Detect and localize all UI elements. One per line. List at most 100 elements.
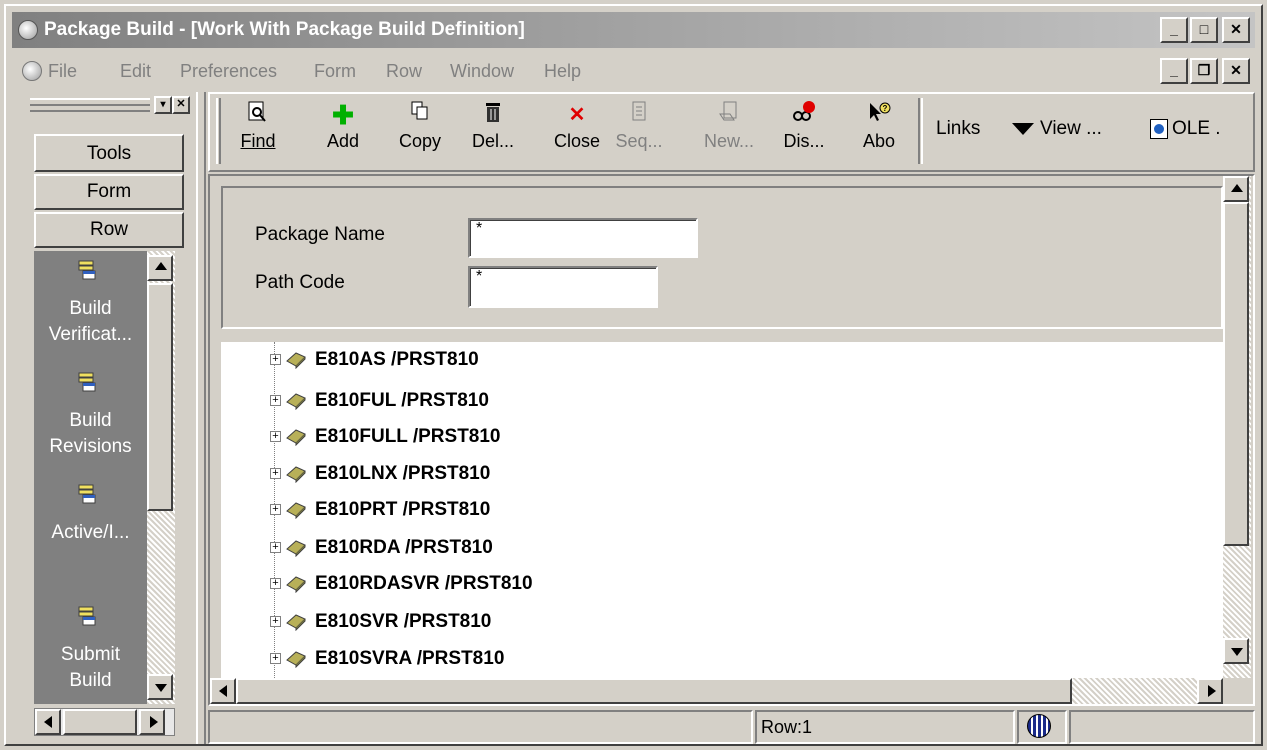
sequence-label: Seq... [615,131,663,151]
scroll-down-button[interactable] [1223,638,1249,664]
toolbar-grip [216,98,221,164]
panel-splitter[interactable] [196,92,206,744]
mdi-minimize-button[interactable]: _ [1160,58,1188,84]
row-button[interactable]: Row [34,212,184,248]
scroll-right-button[interactable] [139,709,165,735]
title-bar[interactable]: Package Build - [Work With Package Build… [12,12,1255,48]
copy-button[interactable]: Copy [396,100,444,152]
about-label: Abo [862,131,896,151]
panel-scroll-button[interactable]: ▾ [154,96,172,114]
package-name-input[interactable]: * [468,218,698,258]
menu-window[interactable]: Window [450,52,514,90]
scroll-thumb[interactable] [147,283,173,511]
close-label: Close [553,131,601,151]
exit-form-icon [78,606,96,626]
menu-bar: File Edit Preferences Form Row Window He… [12,52,1255,90]
add-button[interactable]: ✚ Add [322,100,364,152]
status-row: Row:1 [755,710,1015,744]
tree-item[interactable]: + E810AS /PRST810 [270,342,479,378]
about-icon: ? [858,100,900,130]
add-label: Add [326,131,360,151]
left-arrow-icon [44,716,52,728]
expand-icon: + [270,578,281,590]
links-label: Links [936,118,981,139]
scroll-right-button[interactable] [1197,678,1223,704]
submit-build-exit[interactable]: Submit Build [34,599,147,699]
scroll-up-button[interactable] [1223,176,1249,202]
tools-button[interactable]: Tools [34,134,184,172]
content-vscrollbar[interactable] [1223,176,1251,678]
connection-icon [1027,714,1051,738]
tree-item[interactable]: + E810SVR /PRST810 [270,604,491,640]
exit-form-icon [78,484,96,504]
delete-button[interactable]: Del... [472,100,514,152]
hscroll-thumb[interactable] [236,678,1072,704]
close-window-button[interactable]: ✕ [1222,17,1250,43]
ole-label: OLE . [1172,118,1221,139]
menu-edit[interactable]: Edit [120,52,151,90]
exit-label: Build [69,298,112,319]
find-button[interactable]: Find [240,100,276,152]
content-hscrollbar[interactable] [210,678,1223,704]
hscroll-thumb[interactable] [63,709,137,735]
menu-file[interactable]: File [48,52,77,90]
build-revisions-exit[interactable]: Build Revisions [34,369,147,459]
build-verification-exit[interactable]: Build Verificat... [34,257,147,347]
mdi-restore-button[interactable]: ❐ [1190,58,1218,84]
sequence-icon [612,100,666,130]
sequence-button[interactable]: Seq... [612,100,666,152]
about-button[interactable]: ? Abo [858,100,900,152]
display-icon [780,100,828,130]
form-button[interactable]: Form [34,174,184,210]
tree-item[interactable]: + E810LNX /PRST810 [270,456,490,492]
display-button[interactable]: Dis... [780,100,828,152]
menu-row[interactable]: Row [386,52,422,90]
toolbar-separator [918,98,923,164]
tree-item-label: E810LNX /PRST810 [315,463,491,484]
expand-icon: + [270,468,281,480]
up-arrow-icon [155,262,167,270]
row-indicator: Row:1 [761,717,813,737]
tree-item[interactable]: + E810RDA /PRST810 [270,530,493,566]
path-code-input[interactable]: * [468,266,658,308]
active-inactive-exit[interactable]: Active/I... [34,481,147,551]
exits-hscrollbar[interactable] [34,708,175,736]
expand-icon: + [270,431,281,443]
right-arrow-icon [150,716,158,728]
query-form-pane: Package Name * Path Code * [221,186,1223,329]
new-icon [702,100,756,130]
new-button[interactable]: New... [702,100,756,152]
package-icon [286,576,306,593]
panel-close-button[interactable]: ✕ [172,96,190,114]
scroll-down-button[interactable] [147,674,173,700]
scroll-left-button[interactable] [35,709,61,735]
package-icon [286,429,306,446]
exit-form-icon [78,372,96,392]
exits-scrollbar[interactable] [147,251,175,704]
menu-preferences[interactable]: Preferences [180,52,277,90]
close-button[interactable]: ✕ Close [546,100,608,152]
expand-icon: + [270,354,281,366]
menu-form[interactable]: Form [314,52,356,90]
expand-icon: + [270,653,281,665]
tree-item[interactable]: + E810FULL /PRST810 [270,419,501,455]
view-button[interactable]: View ... [1012,118,1102,140]
tree-item[interactable]: + E810RDASVR /PRST810 [270,566,533,602]
maximize-button[interactable]: □ [1190,17,1218,43]
tree-item-label: E810SVRA /PRST810 [315,648,505,669]
scroll-up-button[interactable] [147,255,173,281]
package-icon [286,540,306,557]
tree-item[interactable]: + E810PRT /PRST810 [270,492,490,528]
ole-button[interactable]: OLE . [1150,118,1221,140]
scroll-left-button[interactable] [210,678,236,704]
minimize-button[interactable]: _ [1160,17,1188,43]
tree-item[interactable]: + E810FUL /PRST810 [270,383,489,419]
links-button[interactable]: Links [936,118,980,140]
scroll-thumb[interactable] [1223,202,1249,546]
delete-label: Del... [472,131,515,151]
menu-help[interactable]: Help [544,52,581,90]
mdi-close-button[interactable]: ✕ [1222,58,1250,84]
tree-item[interactable]: + E810SVRA /PRST810 [270,641,504,677]
exit-label: Active/I... [51,522,130,543]
up-arrow-icon [1231,184,1243,192]
